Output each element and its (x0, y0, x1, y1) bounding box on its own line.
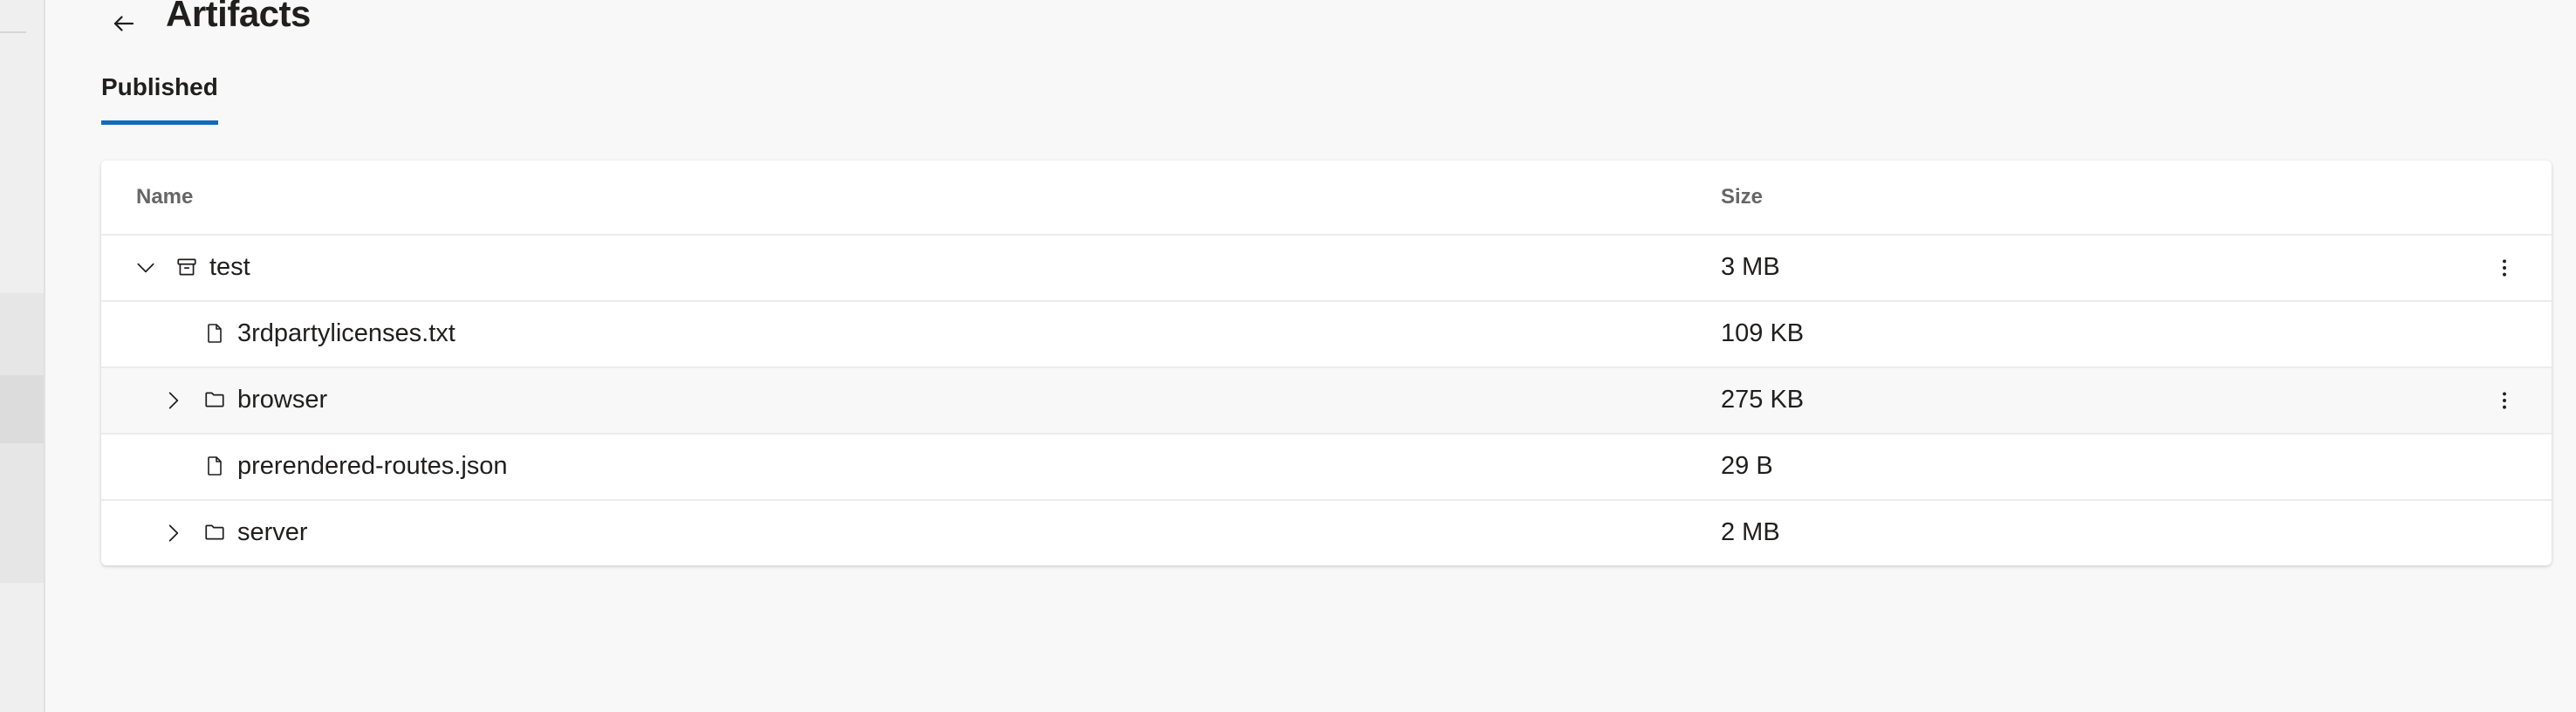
artifact-size: 275 KB (1721, 386, 1805, 414)
page-title: Artifacts (166, 0, 311, 34)
table-row[interactable]: browser 275 KB (101, 368, 2552, 435)
nav-item[interactable] (0, 443, 44, 583)
page-header: Artifacts (101, 0, 311, 40)
artifact-name: test (209, 253, 250, 281)
table-header: Name Size (101, 161, 2552, 236)
nav-item[interactable] (0, 293, 44, 375)
column-header-size[interactable]: Size (1721, 185, 1763, 209)
more-options-icon[interactable] (2487, 383, 2522, 418)
artifact-name: prerendered-routes.json (237, 452, 508, 480)
file-icon (201, 452, 229, 480)
artifact-size: 109 KB (1721, 319, 1805, 347)
more-options-icon[interactable] (2487, 250, 2522, 285)
table-row[interactable]: server 2 MB (101, 501, 2552, 565)
column-header-name[interactable]: Name (136, 185, 193, 209)
artifact-name: browser (237, 386, 328, 414)
artifact-name: 3rdpartylicenses.txt (237, 319, 456, 347)
table-row[interactable]: prerendered-routes.json 29 B (101, 435, 2552, 501)
file-icon (201, 319, 229, 347)
arrow-left-icon (113, 16, 134, 31)
artifact-name: server (237, 518, 308, 546)
artifact-size: 29 B (1721, 452, 1773, 480)
artifact-size: 3 MB (1721, 253, 1780, 281)
archive-icon (173, 253, 201, 281)
back-button[interactable] (101, 1, 147, 46)
folder-icon (201, 386, 229, 414)
table-row[interactable]: test 3 MB (101, 236, 2552, 302)
tab-bar: Published (101, 73, 218, 125)
artifacts-table: Name Size test 3 MB 3rdpartylicenses.txt… (101, 161, 2552, 565)
left-nav-strip (0, 0, 45, 712)
chevron-right-icon[interactable] (157, 384, 190, 417)
nav-item-selected[interactable] (0, 375, 44, 443)
folder-icon (201, 518, 229, 546)
chevron-down-icon[interactable] (129, 251, 162, 284)
artifact-size: 2 MB (1721, 518, 1780, 546)
tab-published[interactable]: Published (101, 73, 218, 125)
nav-divider (0, 31, 26, 33)
table-row[interactable]: 3rdpartylicenses.txt 109 KB (101, 302, 2552, 368)
chevron-right-icon[interactable] (157, 517, 190, 550)
